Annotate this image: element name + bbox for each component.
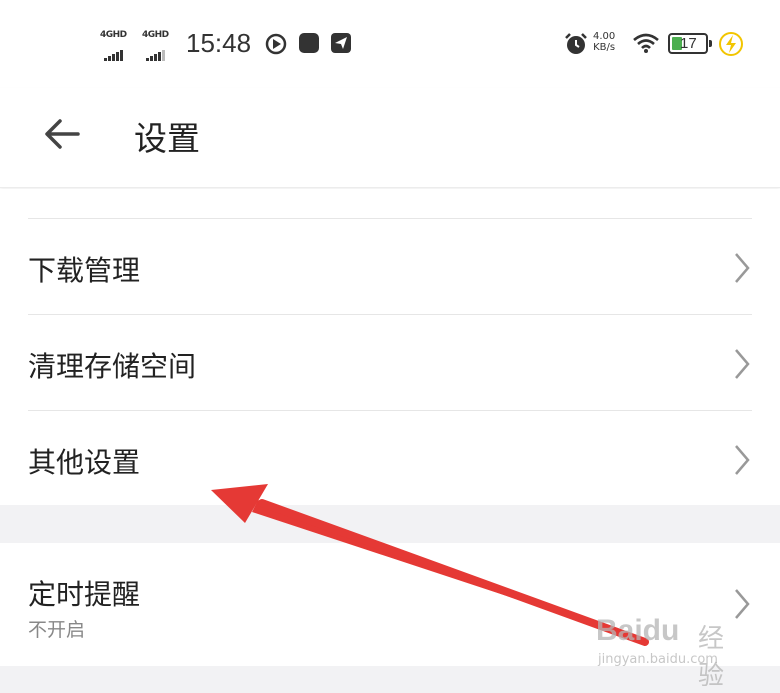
annotation-arrow xyxy=(211,484,649,646)
watermark-logo: Baidu xyxy=(596,614,680,647)
watermark-url: jingyan.baidu.com xyxy=(598,652,718,667)
baidu-watermark: Baidu 经验 jingyan.baidu.com xyxy=(596,614,724,691)
